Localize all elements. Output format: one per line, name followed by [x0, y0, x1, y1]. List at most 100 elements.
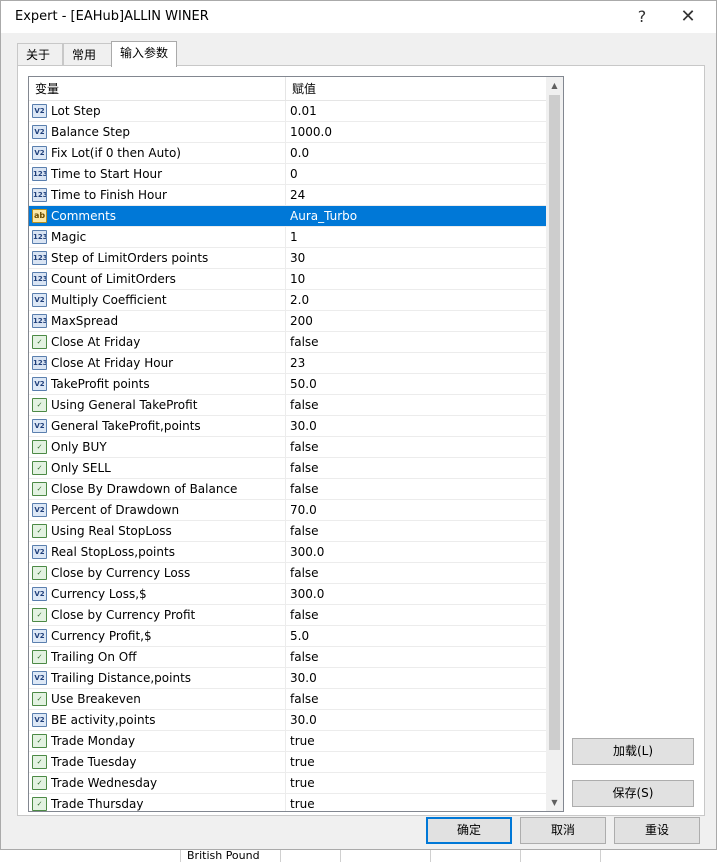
- parameter-value-cell[interactable]: 0.01: [286, 101, 546, 121]
- parameter-value-cell[interactable]: 30.0: [286, 416, 546, 436]
- parameter-value-cell[interactable]: 50.0: [286, 374, 546, 394]
- parameter-row[interactable]: 123 Magic 1: [29, 227, 546, 248]
- parameter-row[interactable]: ✓ Trade Monday true: [29, 731, 546, 752]
- parameter-value-cell[interactable]: 300.0: [286, 542, 546, 562]
- parameter-name-cell[interactable]: ✓ Using Real StopLoss: [29, 521, 286, 541]
- parameter-value-cell[interactable]: false: [286, 437, 546, 457]
- parameter-row[interactable]: ✓ Trade Tuesday true: [29, 752, 546, 773]
- parameter-row[interactable]: 123 Close At Friday Hour 23: [29, 353, 546, 374]
- parameter-name-cell[interactable]: ✓ Only BUY: [29, 437, 286, 457]
- parameter-name-cell[interactable]: ✓ Using General TakeProfit: [29, 395, 286, 415]
- parameter-row[interactable]: ✓ Close by Currency Profit false: [29, 605, 546, 626]
- parameter-name-cell[interactable]: V2 Trailing Distance,points: [29, 668, 286, 688]
- parameter-row[interactable]: ab Comments Aura_Turbo: [29, 206, 546, 227]
- parameter-name-cell[interactable]: V2 Balance Step: [29, 122, 286, 142]
- parameter-name-cell[interactable]: ✓ Trailing On Off: [29, 647, 286, 667]
- parameter-row[interactable]: V2 Balance Step 1000.0: [29, 122, 546, 143]
- parameter-value-cell[interactable]: false: [286, 647, 546, 667]
- parameter-name-cell[interactable]: ✓ Trade Monday: [29, 731, 286, 751]
- parameter-value-cell[interactable]: true: [286, 752, 546, 772]
- parameter-name-cell[interactable]: V2 TakeProfit points: [29, 374, 286, 394]
- parameter-value-cell[interactable]: false: [286, 521, 546, 541]
- column-header-variable[interactable]: 变量: [29, 77, 286, 101]
- parameter-name-cell[interactable]: 123 Step of LimitOrders points: [29, 248, 286, 268]
- parameter-row[interactable]: ✓ Close By Drawdown of Balance false: [29, 479, 546, 500]
- ok-button[interactable]: 确定: [426, 817, 512, 844]
- parameter-name-cell[interactable]: ab Comments: [29, 206, 286, 226]
- parameter-row[interactable]: 123 MaxSpread 200: [29, 311, 546, 332]
- parameter-row[interactable]: ✓ Use Breakeven false: [29, 689, 546, 710]
- parameter-name-cell[interactable]: 123 MaxSpread: [29, 311, 286, 331]
- parameter-row[interactable]: V2 General TakeProfit,points 30.0: [29, 416, 546, 437]
- load-button[interactable]: 加载(L): [572, 738, 694, 765]
- parameter-value-cell[interactable]: 30: [286, 248, 546, 268]
- tab-about[interactable]: 关于: [17, 43, 63, 66]
- parameter-name-cell[interactable]: V2 Percent of Drawdown: [29, 500, 286, 520]
- parameter-value-cell[interactable]: 1000.0: [286, 122, 546, 142]
- parameter-row[interactable]: 123 Time to Finish Hour 24: [29, 185, 546, 206]
- tab-common[interactable]: 常用: [63, 43, 113, 66]
- parameter-row[interactable]: 123 Time to Start Hour 0: [29, 164, 546, 185]
- parameter-row[interactable]: V2 TakeProfit points 50.0: [29, 374, 546, 395]
- parameter-value-cell[interactable]: 300.0: [286, 584, 546, 604]
- parameter-name-cell[interactable]: 123 Time to Start Hour: [29, 164, 286, 184]
- parameter-value-cell[interactable]: false: [286, 689, 546, 709]
- parameter-value-cell[interactable]: false: [286, 332, 546, 352]
- parameter-value-cell[interactable]: 0.0: [286, 143, 546, 163]
- parameter-name-cell[interactable]: V2 Lot Step: [29, 101, 286, 121]
- parameter-name-cell[interactable]: V2 Multiply Coefficient: [29, 290, 286, 310]
- parameter-name-cell[interactable]: V2 Currency Loss,$: [29, 584, 286, 604]
- parameter-value-cell[interactable]: 2.0: [286, 290, 546, 310]
- parameter-value-cell[interactable]: 1: [286, 227, 546, 247]
- parameter-value-cell[interactable]: false: [286, 458, 546, 478]
- parameter-value-cell[interactable]: 10: [286, 269, 546, 289]
- parameter-name-cell[interactable]: ✓ Trade Thursday: [29, 794, 286, 811]
- parameter-value-cell[interactable]: false: [286, 605, 546, 625]
- scroll-up-arrow-icon[interactable]: ▲: [546, 77, 563, 94]
- parameter-row[interactable]: V2 Trailing Distance,points 30.0: [29, 668, 546, 689]
- scroll-down-arrow-icon[interactable]: ▼: [546, 794, 563, 811]
- tab-inputs[interactable]: 输入参数: [111, 41, 177, 67]
- parameter-value-cell[interactable]: false: [286, 395, 546, 415]
- reset-button[interactable]: 重设: [614, 817, 700, 844]
- parameter-value-cell[interactable]: 30.0: [286, 710, 546, 730]
- parameter-value-cell[interactable]: 30.0: [286, 668, 546, 688]
- parameter-value-cell[interactable]: 200: [286, 311, 546, 331]
- parameter-name-cell[interactable]: 123 Count of LimitOrders: [29, 269, 286, 289]
- parameter-value-cell[interactable]: true: [286, 773, 546, 793]
- close-button[interactable]: ✕: [673, 5, 703, 29]
- parameter-value-cell[interactable]: 24: [286, 185, 546, 205]
- parameter-value-cell[interactable]: 70.0: [286, 500, 546, 520]
- cancel-button[interactable]: 取消: [520, 817, 606, 844]
- parameter-name-cell[interactable]: ✓ Close At Friday: [29, 332, 286, 352]
- parameter-row[interactable]: ✓ Only BUY false: [29, 437, 546, 458]
- parameter-name-cell[interactable]: ✓ Trade Wednesday: [29, 773, 286, 793]
- parameter-row[interactable]: 123 Step of LimitOrders points 30: [29, 248, 546, 269]
- parameter-row[interactable]: ✓ Close At Friday false: [29, 332, 546, 353]
- column-header-value[interactable]: 赋值: [286, 77, 546, 101]
- parameter-row[interactable]: ✓ Trade Wednesday true: [29, 773, 546, 794]
- parameter-name-cell[interactable]: 123 Time to Finish Hour: [29, 185, 286, 205]
- parameter-row[interactable]: V2 Currency Loss,$ 300.0: [29, 584, 546, 605]
- parameter-name-cell[interactable]: ✓ Use Breakeven: [29, 689, 286, 709]
- parameter-value-cell[interactable]: false: [286, 563, 546, 583]
- parameter-row[interactable]: V2 Lot Step 0.01: [29, 101, 546, 122]
- save-button[interactable]: 保存(S): [572, 780, 694, 807]
- parameter-value-cell[interactable]: false: [286, 479, 546, 499]
- parameter-value-cell[interactable]: 0: [286, 164, 546, 184]
- parameter-row[interactable]: V2 Fix Lot(if 0 then Auto) 0.0: [29, 143, 546, 164]
- parameter-name-cell[interactable]: ✓ Only SELL: [29, 458, 286, 478]
- parameter-row[interactable]: ✓ Using Real StopLoss false: [29, 521, 546, 542]
- parameter-row[interactable]: ✓ Trade Thursday true: [29, 794, 546, 811]
- parameter-row[interactable]: 123 Count of LimitOrders 10: [29, 269, 546, 290]
- parameter-name-cell[interactable]: V2 Currency Profit,$: [29, 626, 286, 646]
- parameter-row[interactable]: ✓ Only SELL false: [29, 458, 546, 479]
- parameter-name-cell[interactable]: V2 Real StopLoss,points: [29, 542, 286, 562]
- parameter-name-cell[interactable]: ✓ Trade Tuesday: [29, 752, 286, 772]
- parameter-name-cell[interactable]: 123 Close At Friday Hour: [29, 353, 286, 373]
- parameter-row[interactable]: V2 Currency Profit,$ 5.0: [29, 626, 546, 647]
- parameter-name-cell[interactable]: V2 Fix Lot(if 0 then Auto): [29, 143, 286, 163]
- parameter-name-cell[interactable]: ✓ Close By Drawdown of Balance: [29, 479, 286, 499]
- help-button[interactable]: ?: [627, 5, 657, 29]
- parameter-row[interactable]: V2 Multiply Coefficient 2.0: [29, 290, 546, 311]
